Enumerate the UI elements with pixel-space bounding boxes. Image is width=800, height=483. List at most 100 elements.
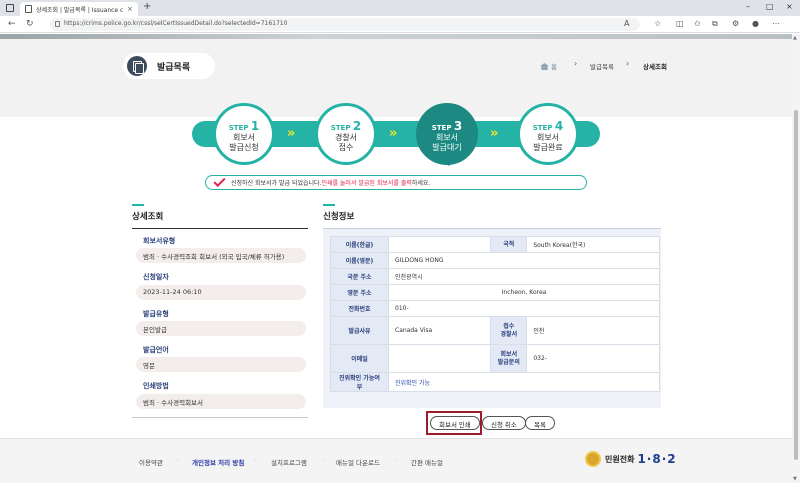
step-4: STEP 4 회보서 발급완료 (517, 103, 579, 165)
footer-link-privacy[interactable]: 개인정보 처리 방침 (192, 457, 244, 467)
tab-title: 상세조회 | 발급목록 | Issuance c (36, 6, 124, 14)
divider (132, 417, 308, 418)
browser-tab-bar: 상세조회 | 발급목록 | Issuance c × + – □ × (0, 0, 800, 16)
nationality-label: 국적 (490, 236, 528, 253)
hotline: 민원전화 1·8·2 (585, 451, 677, 467)
url-field[interactable]: https://crims.police.go.kr/cssl/selCertI… (50, 18, 640, 31)
table-row: 국문 주소 인천광역시 (330, 268, 660, 285)
step-1: STEP 1 회보서 발급신청 (213, 103, 275, 165)
english-addr-value: Incheon, Korea (388, 284, 660, 301)
new-tab-icon[interactable]: + (143, 1, 151, 12)
window-menu-icon[interactable] (6, 4, 14, 12)
minimize-icon[interactable]: – (746, 2, 750, 11)
step-4-line2: 발급완료 (533, 143, 563, 152)
extension-icon[interactable]: ⚙ (732, 19, 739, 28)
step-2: STEP 2 경찰서 접수 (315, 103, 377, 165)
step-arrow-icon: » (287, 126, 296, 141)
breadcrumb-home-label: 홈 (551, 63, 557, 71)
step-2-line1: 경찰서 (334, 133, 358, 142)
footer-link-manual-download[interactable]: 매뉴얼 다운로드 (336, 457, 380, 467)
field-label-issue-type: 발급유형 (143, 310, 169, 318)
profile-avatar-icon[interactable]: ● (752, 19, 759, 28)
maximize-icon[interactable]: □ (766, 2, 774, 11)
station-label: 접수 경찰서 (490, 316, 528, 345)
application-info-table: 이름(한글) 국적 South Korea(한국) 이름(영문) GILDONG… (330, 236, 660, 392)
scrollbar-thumb[interactable] (794, 110, 798, 460)
verify-value: 진위확인 가능 (388, 372, 660, 392)
lock-icon (55, 21, 60, 27)
table-row: 영문 주소 Incheon, Korea (330, 284, 660, 301)
step-3-line2: 발급대기 (432, 143, 462, 152)
close-window-icon[interactable]: × (786, 2, 793, 11)
step-3-number: 3 (453, 119, 463, 133)
name-en-value: GILDONG HONG (388, 252, 660, 269)
inquiry-value: 032- (526, 344, 660, 373)
phone-value: 010- (388, 300, 660, 317)
footer-link-install[interactable]: 설치프로그램 (271, 457, 307, 467)
inquiry-label: 회보서 발급문의 (490, 344, 528, 373)
title-band: 발급목록 홈 › 발급목록 › 상세조회 (0, 39, 792, 117)
domestic-addr-value: 인천광역시 (388, 268, 660, 285)
cancel-application-button[interactable]: 신청 취소 (482, 416, 526, 430)
table-row: 이름(영문) GILDONG HONG (330, 252, 660, 269)
back-icon[interactable]: ← (8, 19, 16, 29)
step-arrow-icon: » (490, 126, 499, 141)
favorite-star-icon[interactable]: ☆ (654, 19, 661, 28)
step-2-line2: 접수 (338, 143, 354, 152)
notice-suffix: 하세요. (411, 180, 431, 187)
field-label-date: 신청일자 (143, 273, 169, 281)
name-kr-label: 이름(한글) (330, 236, 389, 253)
page-scrollbar[interactable]: ▲ ▼ (792, 34, 800, 483)
footer: 이용약관 · 개인정보 처리 방침 · 설치프로그램 · 매뉴얼 다운로드 · … (0, 438, 792, 483)
field-value-type: 범죄 · 수사경력조회 회보서 (외국 입국/체류 허가용) (136, 248, 306, 263)
breadcrumb-current: 상세조회 (643, 63, 667, 71)
step-2-label: STEP (330, 124, 351, 132)
chevron-right-icon: › (574, 59, 578, 68)
list-button[interactable]: 목록 (525, 416, 555, 430)
name-en-label: 이름(영문) (330, 252, 389, 269)
step-arrow-icon: » (389, 126, 398, 141)
home-icon (540, 63, 549, 70)
phone-label: 전화번호 (330, 300, 389, 317)
field-value-issue-type: 본인발급 (136, 321, 306, 336)
document-list-icon (127, 56, 147, 76)
step-2-number: 2 (352, 119, 362, 133)
breadcrumb-home[interactable]: 홈 (540, 61, 557, 71)
hotline-label: 민원전화 (605, 454, 635, 464)
address-bar-row: ← ↻ https://crims.police.go.kr/cssl/selC… (0, 16, 800, 33)
scroll-down-icon[interactable]: ▼ (793, 476, 797, 482)
table-row: 진위확인 가능여부 진위확인 가능 (330, 372, 660, 392)
purpose-value: Canada Visa (387, 316, 492, 345)
refresh-icon[interactable]: ↻ (26, 19, 34, 29)
nationality-value: South Korea(한국) (526, 236, 660, 253)
url-text: https://crims.police.go.kr/cssl/selCertI… (64, 20, 288, 27)
field-label-type: 회보서유형 (143, 237, 176, 245)
page-content: 발급목록 홈 › 발급목록 › 상세조회 STEP 1 회보서 발급신청 » S… (0, 34, 792, 483)
step-3-label: STEP (431, 124, 452, 132)
table-row: 전화번호 010- (330, 300, 660, 317)
footer-separator: · (322, 457, 324, 464)
step-1-line1: 회보서 (232, 133, 256, 142)
footer-separator: · (396, 457, 398, 464)
issuance-notice: 신청하신 회보서가 발급 되었습니다. 인쇄를 눌러서 발급된 회보서를 출력 하세… (205, 174, 587, 190)
read-aloud-icon[interactable]: A (624, 19, 629, 28)
browser-tab[interactable]: 상세조회 | 발급목록 | Issuance c × (20, 2, 138, 16)
section-accent (132, 204, 144, 206)
field-label-language: 발급언어 (143, 346, 169, 354)
split-screen-icon[interactable]: ◫ (676, 19, 684, 28)
scroll-up-icon[interactable]: ▲ (793, 35, 797, 41)
purpose-label: 발급사유 (330, 316, 389, 345)
page-favicon-icon (25, 5, 32, 13)
email-value (387, 344, 492, 373)
footer-link-quick-manual[interactable]: 간편 매뉴얼 (411, 457, 443, 467)
page-title: 발급목록 (157, 62, 191, 73)
favorites-icon[interactable]: ✩ (694, 19, 701, 28)
footer-link-terms[interactable]: 이용약관 (139, 457, 163, 467)
breadcrumb-level1[interactable]: 발급목록 (590, 61, 614, 71)
page-title-pill: 발급목록 (123, 53, 215, 79)
collections-icon[interactable]: ⧉ (712, 19, 718, 29)
step-4-line1: 회보서 (536, 133, 560, 142)
print-button[interactable]: 회보서 인쇄 (430, 416, 480, 430)
more-menu-icon[interactable]: ⋯ (772, 19, 780, 28)
tab-close-icon[interactable]: × (127, 5, 133, 13)
